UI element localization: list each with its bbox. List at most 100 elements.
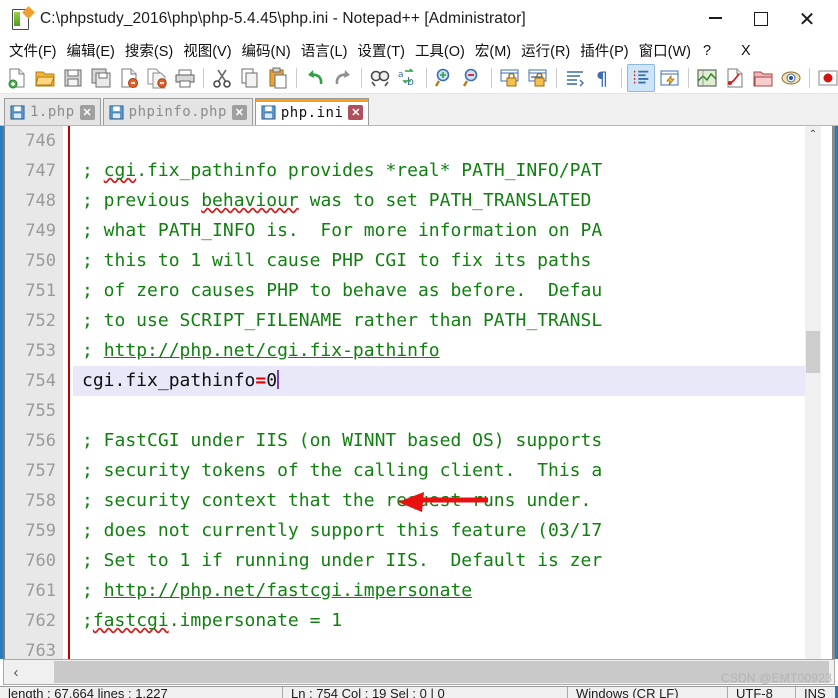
code-line[interactable]: ;fastcgi.impersonate = 1: [73, 606, 805, 636]
saved-file-icon: [109, 104, 124, 120]
menu-language[interactable]: 语言(L): [296, 38, 353, 63]
menu-tools[interactable]: 工具(O): [410, 38, 470, 63]
code-token: ; of zero causes PHP to behave as before…: [82, 280, 603, 301]
code-token: ; previous: [82, 190, 202, 211]
monitoring-icon[interactable]: [778, 65, 804, 91]
new-file-icon[interactable]: [4, 65, 30, 91]
line-number: 761: [25, 581, 56, 601]
menu-run[interactable]: 运行(R): [516, 38, 575, 63]
save-icon[interactable]: [60, 65, 86, 91]
code-line[interactable]: ; does not currently support this featur…: [73, 516, 805, 546]
code-line[interactable]: [73, 126, 805, 156]
code-line[interactable]: ; security tokens of the calling client.…: [73, 456, 805, 486]
minimize-button[interactable]: [692, 0, 738, 38]
menu-plugins[interactable]: 插件(P): [575, 38, 633, 63]
menu-search[interactable]: 搜索(S): [120, 38, 178, 63]
code-line[interactable]: ; this to 1 will cause PHP CGI to fix it…: [73, 246, 805, 276]
code-line[interactable]: ; previous behaviour was to set PATH_TRA…: [73, 186, 805, 216]
status-document-info: length : 67,664 lines : 1,227: [0, 687, 283, 698]
print-icon[interactable]: [172, 65, 198, 91]
undo-icon[interactable]: [302, 65, 328, 91]
code-text[interactable]: ; cgi.fix_pathinfo provides *real* PATH_…: [73, 126, 805, 659]
tab-phpinfo-php[interactable]: phpinfo.php ✕: [102, 98, 253, 125]
line-number: 746: [25, 131, 56, 151]
find-icon[interactable]: [367, 65, 393, 91]
code-token: ;: [82, 160, 104, 181]
code-line[interactable]: ; what PATH_INFO is. For more informatio…: [73, 216, 805, 246]
line-number: 747: [25, 161, 56, 181]
close-all-files-icon[interactable]: [144, 65, 170, 91]
zoom-in-icon[interactable]: [432, 65, 458, 91]
toolbar-separator: [556, 68, 557, 88]
scroll-left-button[interactable]: ‹: [4, 660, 28, 684]
code-line[interactable]: [73, 396, 805, 426]
horizontal-scrollbar-track[interactable]: [28, 661, 829, 683]
vertical-scrollbar[interactable]: ⌃: [805, 126, 821, 659]
horizontal-scrollbar-thumb[interactable]: [54, 661, 829, 683]
code-token: http://php.net/fastcgi.impersonate: [103, 580, 473, 601]
sync-horizontal-scroll-icon[interactable]: [525, 65, 551, 91]
code-token: behaviour: [201, 190, 299, 211]
menu-window[interactable]: 窗口(W): [634, 38, 696, 63]
code-line[interactable]: ; to use SCRIPT_FILENAME rather than PAT…: [73, 306, 805, 336]
code-token: ;: [82, 580, 104, 601]
menu-edit[interactable]: 编辑(E): [62, 38, 120, 63]
bookmark-margin-line: [68, 126, 70, 659]
code-line[interactable]: ; http://php.net/cgi.fix-pathinfo: [73, 336, 805, 366]
save-all-icon[interactable]: [88, 65, 114, 91]
record-macro-icon[interactable]: [815, 65, 838, 91]
tab-close-button[interactable]: ✕: [79, 104, 95, 120]
paste-icon[interactable]: [265, 65, 291, 91]
code-token: 0: [266, 370, 278, 391]
editor-area[interactable]: 746 747 748 749 750 751 752 753 754 755 756 757 758 7…: [0, 125, 838, 661]
function-list-icon[interactable]: [722, 65, 748, 91]
code-line[interactable]: ; FastCGI under IIS (on WINNT based OS) …: [73, 426, 805, 456]
code-line[interactable]: ; cgi.fix_pathinfo provides *real* PATH_…: [73, 156, 805, 186]
close-file-icon[interactable]: [116, 65, 142, 91]
code-token: ; to use SCRIPT_FILENAME rather than PAT…: [82, 310, 603, 331]
redo-icon[interactable]: [330, 65, 356, 91]
close-window-button[interactable]: ✕: [784, 0, 830, 38]
maximize-button[interactable]: [738, 0, 784, 38]
scroll-up-button[interactable]: ⌃: [805, 126, 821, 143]
document-map-icon[interactable]: [694, 65, 720, 91]
cut-icon[interactable]: [209, 65, 235, 91]
status-encoding: UTF-8: [728, 687, 796, 698]
window-controls: ✕: [692, 0, 838, 38]
code-line[interactable]: ; of zero causes PHP to behave as before…: [73, 276, 805, 306]
tab-label: phpinfo.php: [128, 104, 227, 120]
menu-file[interactable]: 文件(F): [4, 38, 62, 63]
code-line-current[interactable]: cgi.fix_pathinfo=0: [73, 366, 805, 396]
copy-icon[interactable]: [237, 65, 263, 91]
menu-encoding[interactable]: 编码(N): [237, 38, 296, 63]
show-all-characters-icon[interactable]: ¶: [590, 65, 616, 91]
tab-1-php[interactable]: 1.php ✕: [4, 98, 101, 125]
code-line[interactable]: ; http://php.net/fastcgi.impersonate: [73, 576, 805, 606]
code-line[interactable]: ; Set to 1 if running under IIS. Default…: [73, 546, 805, 576]
menu-settings[interactable]: 设置(T): [352, 38, 410, 63]
active-tab-indicator: [255, 99, 369, 102]
menu-view[interactable]: 视图(V): [178, 38, 236, 63]
menu-help[interactable]: ?: [696, 41, 718, 61]
zoom-out-icon[interactable]: [460, 65, 486, 91]
line-number-gutter: 746 747 748 749 750 751 752 753 754 755 756 757 758 7…: [5, 126, 63, 661]
code-token: ; security tokens of the calling client.…: [82, 460, 603, 481]
status-insert-mode: INS: [804, 687, 826, 698]
menu-macro[interactable]: 宏(M): [470, 38, 516, 63]
folder-as-workspace-icon[interactable]: [750, 65, 776, 91]
status-caret-info: Ln : 754 Col : 19 Sel : 0 | 0: [283, 687, 568, 698]
replace-icon[interactable]: ab: [395, 65, 421, 91]
sync-vertical-scroll-icon[interactable]: [497, 65, 523, 91]
open-file-icon[interactable]: [32, 65, 58, 91]
indent-guide-icon[interactable]: [627, 64, 655, 92]
tab-php-ini[interactable]: php.ini ✕: [254, 98, 370, 125]
code-token: .impersonate = 1: [168, 610, 343, 631]
tab-close-button[interactable]: ✕: [231, 104, 247, 120]
horizontal-scrollbar[interactable]: ‹ ›: [3, 659, 835, 685]
word-wrap-icon[interactable]: [562, 65, 588, 91]
tab-close-button[interactable]: ✕: [348, 105, 364, 120]
menu-close-document[interactable]: X: [736, 41, 756, 61]
vertical-scrollbar-thumb[interactable]: [806, 331, 820, 373]
code-line[interactable]: [73, 636, 805, 659]
user-defined-dialog-icon[interactable]: [657, 65, 683, 91]
